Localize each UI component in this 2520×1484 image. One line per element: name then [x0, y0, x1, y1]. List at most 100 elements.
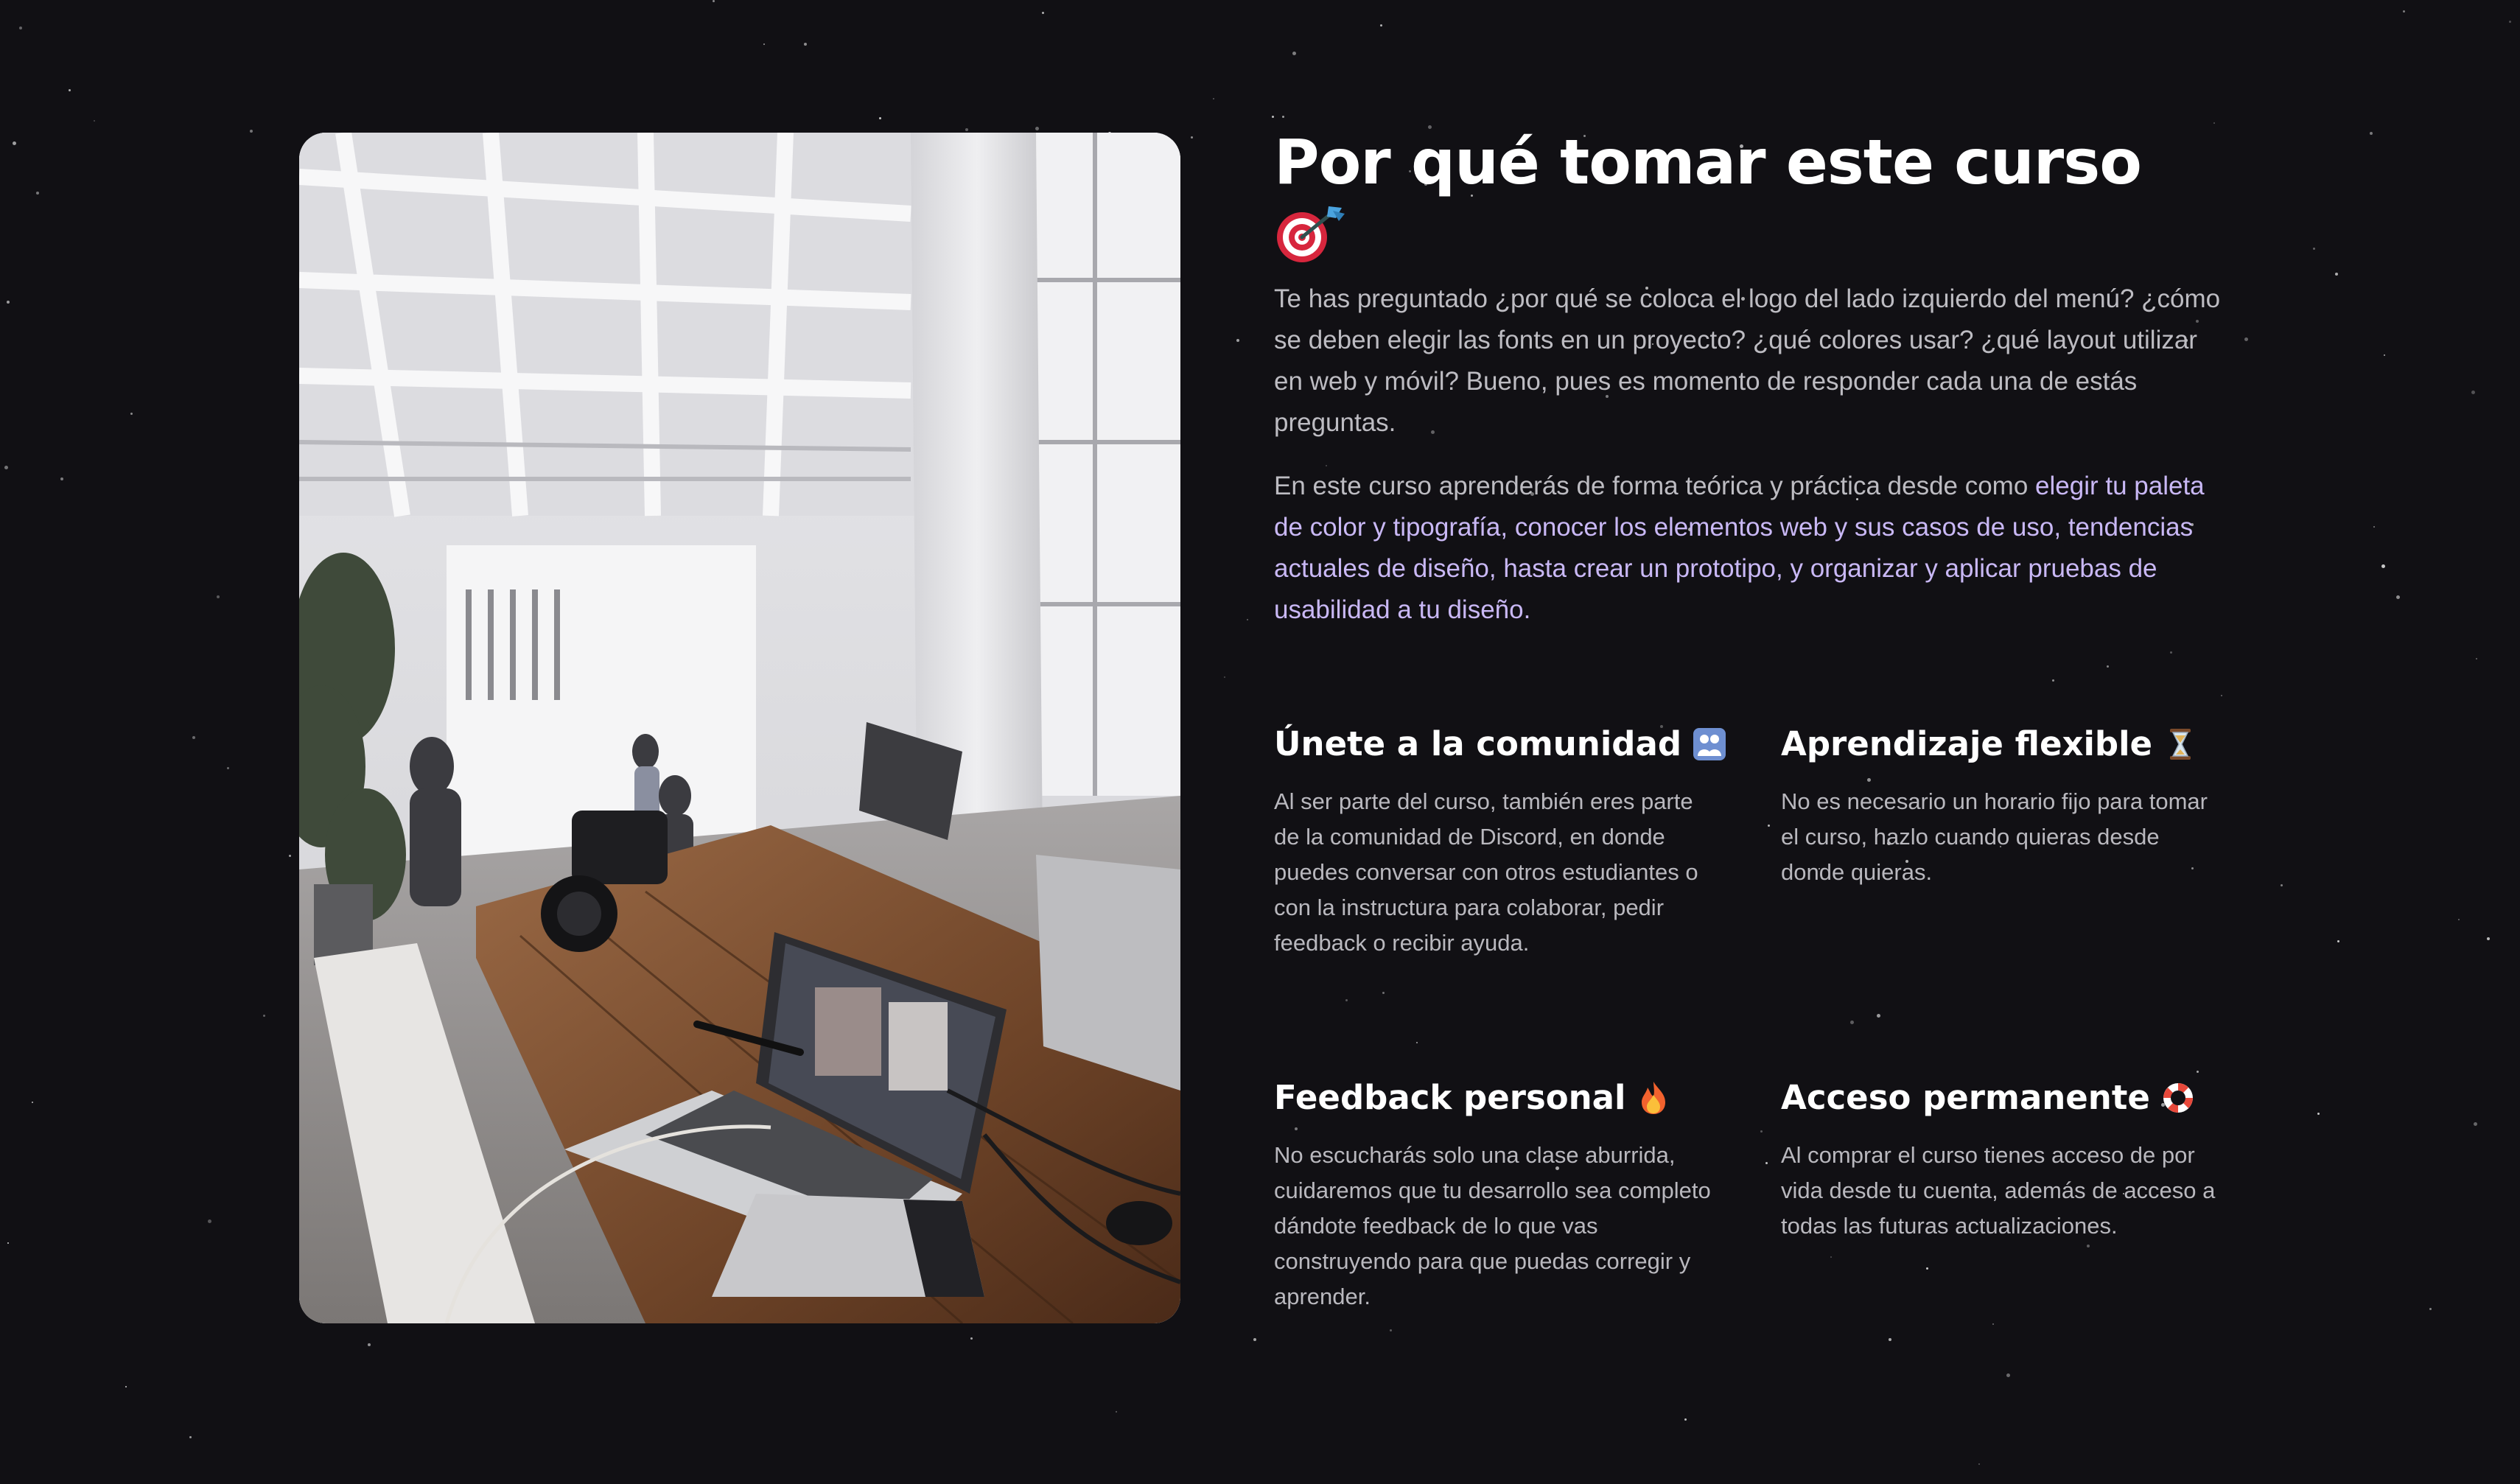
feature-description: Al comprar el curso tienes acceso de por… [1781, 1142, 2216, 1239]
feature-title: Acceso permanente [1781, 1078, 2150, 1117]
lifebuoy-icon [2160, 1080, 2196, 1116]
star-dot [2381, 564, 2385, 568]
workspace-laptop-photo-illustration [299, 133, 1180, 1323]
star-dot [7, 301, 10, 304]
feature-community: Únete a la comunidad Al ser parte del cu… [1274, 721, 1726, 961]
why-course-section: Por qué tomar este curso Te has pregunta… [1274, 125, 2225, 1309]
star-dot [192, 736, 195, 739]
feature-title-row: Aprendizaje flexible [1781, 721, 2223, 768]
star-dot [1978, 1463, 1980, 1465]
star-dot [965, 128, 968, 131]
star-dot [130, 413, 133, 415]
star-dot [879, 117, 881, 119]
star-dot [227, 767, 229, 769]
star-dot [2471, 391, 2475, 394]
star-dot [1253, 1338, 1256, 1341]
star-dot [2487, 937, 2490, 940]
feature-title: Aprendizaje flexible [1781, 724, 2153, 763]
feature-personal-feedback: Feedback personal No escucharás solo una… [1274, 1074, 1716, 1315]
star-dot [36, 192, 39, 195]
star-dot [1282, 116, 1284, 118]
star-dot [4, 466, 8, 469]
star-dot [217, 595, 220, 598]
star-dot [1765, 1162, 1768, 1164]
star-dot [13, 141, 16, 145]
star-dot [2384, 354, 2385, 356]
star-dot [2006, 1373, 2010, 1377]
hourglass-icon [2163, 727, 2198, 762]
people-icon [1692, 727, 1727, 762]
star-dot [2335, 273, 2338, 276]
topic-separator: , [1500, 513, 1515, 542]
feature-permanent-access: Acceso permanente Al comprar el curso ti… [1781, 1074, 2223, 1244]
star-dot [94, 120, 95, 122]
star-dot [1345, 999, 1348, 1001]
star-dot [2458, 919, 2460, 920]
star-dot [2052, 679, 2054, 682]
star-dot [1992, 1323, 1994, 1325]
star-dot [2509, 21, 2511, 23]
star-dot [2373, 526, 2375, 528]
star-dot [2317, 1113, 2320, 1115]
fire-icon [1636, 1080, 1671, 1116]
star-dot [1382, 992, 1385, 994]
star-dot [2474, 1122, 2477, 1126]
star-dot [1035, 127, 1039, 130]
feature-title: Únete a la comunidad [1274, 724, 1682, 763]
star-dot [1236, 339, 1239, 342]
star-dot [970, 1337, 973, 1340]
star-dot [2107, 665, 2109, 668]
star-dot [1850, 1021, 1854, 1024]
feature-description: Al ser parte del curso, también eres par… [1274, 788, 1698, 956]
course-paragraph: En este curso aprenderás de forma teóric… [1274, 466, 2225, 631]
star-dot [1213, 98, 1214, 99]
star-dot [7, 1242, 9, 1244]
feature-title-row: Acceso permanente [1781, 1074, 2223, 1121]
star-dot [60, 477, 63, 480]
star-dot [2170, 651, 2172, 654]
star-dot [189, 1436, 192, 1438]
star-dot [2337, 940, 2339, 942]
star-dot [1247, 619, 1248, 620]
star-dot [1416, 1042, 1418, 1043]
feature-description: No escucharás solo una clase aburrida, c… [1274, 1142, 1711, 1309]
star-dot [2429, 1308, 2432, 1310]
star-dot [1224, 676, 1225, 678]
star-dot [2370, 132, 2373, 135]
section-title: Por qué tomar este curso [1274, 126, 2142, 198]
star-dot [2244, 337, 2248, 341]
star-dot [2476, 658, 2477, 659]
star-dot [1889, 1338, 1891, 1341]
feature-description: No es necesario un horario fijo para tom… [1781, 788, 2208, 885]
star-dot [125, 1386, 127, 1387]
topic-separator: , [2054, 513, 2068, 542]
feature-title: Feedback personal [1274, 1078, 1626, 1117]
star-dot [1191, 136, 1193, 139]
target-dart-icon [1274, 203, 1348, 264]
star-dot [1116, 1411, 1117, 1413]
star-dot [263, 1015, 265, 1017]
feature-title-row: Feedback personal [1274, 1074, 1716, 1121]
star-dot [1768, 825, 1770, 827]
star-dot [1042, 12, 1044, 14]
feature-title-row: Únete a la comunidad [1274, 721, 1726, 768]
star-dot [713, 0, 715, 2]
star-dot [1272, 116, 1274, 118]
course-lead: En este curso aprenderás de forma teóric… [1274, 472, 2036, 500]
topic-web-elements: conocer los elementos web y sus casos de… [1514, 513, 2054, 542]
course-paragraph-end: . [1523, 595, 1531, 624]
star-dot [2281, 884, 2283, 886]
star-dot [2087, 1245, 2090, 1247]
star-dot [69, 89, 71, 91]
star-dot [2213, 122, 2215, 124]
star-dot [1380, 24, 1382, 27]
topic-separator: , [1488, 554, 1504, 583]
topic-separator: , [1776, 554, 1791, 583]
star-dot [19, 27, 22, 29]
star-dot [1877, 1014, 1880, 1018]
intro-paragraph: Te has preguntado ¿por qué se coloca el … [1274, 284, 2221, 437]
star-dot [289, 855, 291, 857]
star-dot [2197, 1071, 2199, 1073]
feature-flexible-learning: Aprendizaje flexible No es necesario un … [1781, 721, 2223, 890]
star-dot [1684, 1418, 1687, 1421]
